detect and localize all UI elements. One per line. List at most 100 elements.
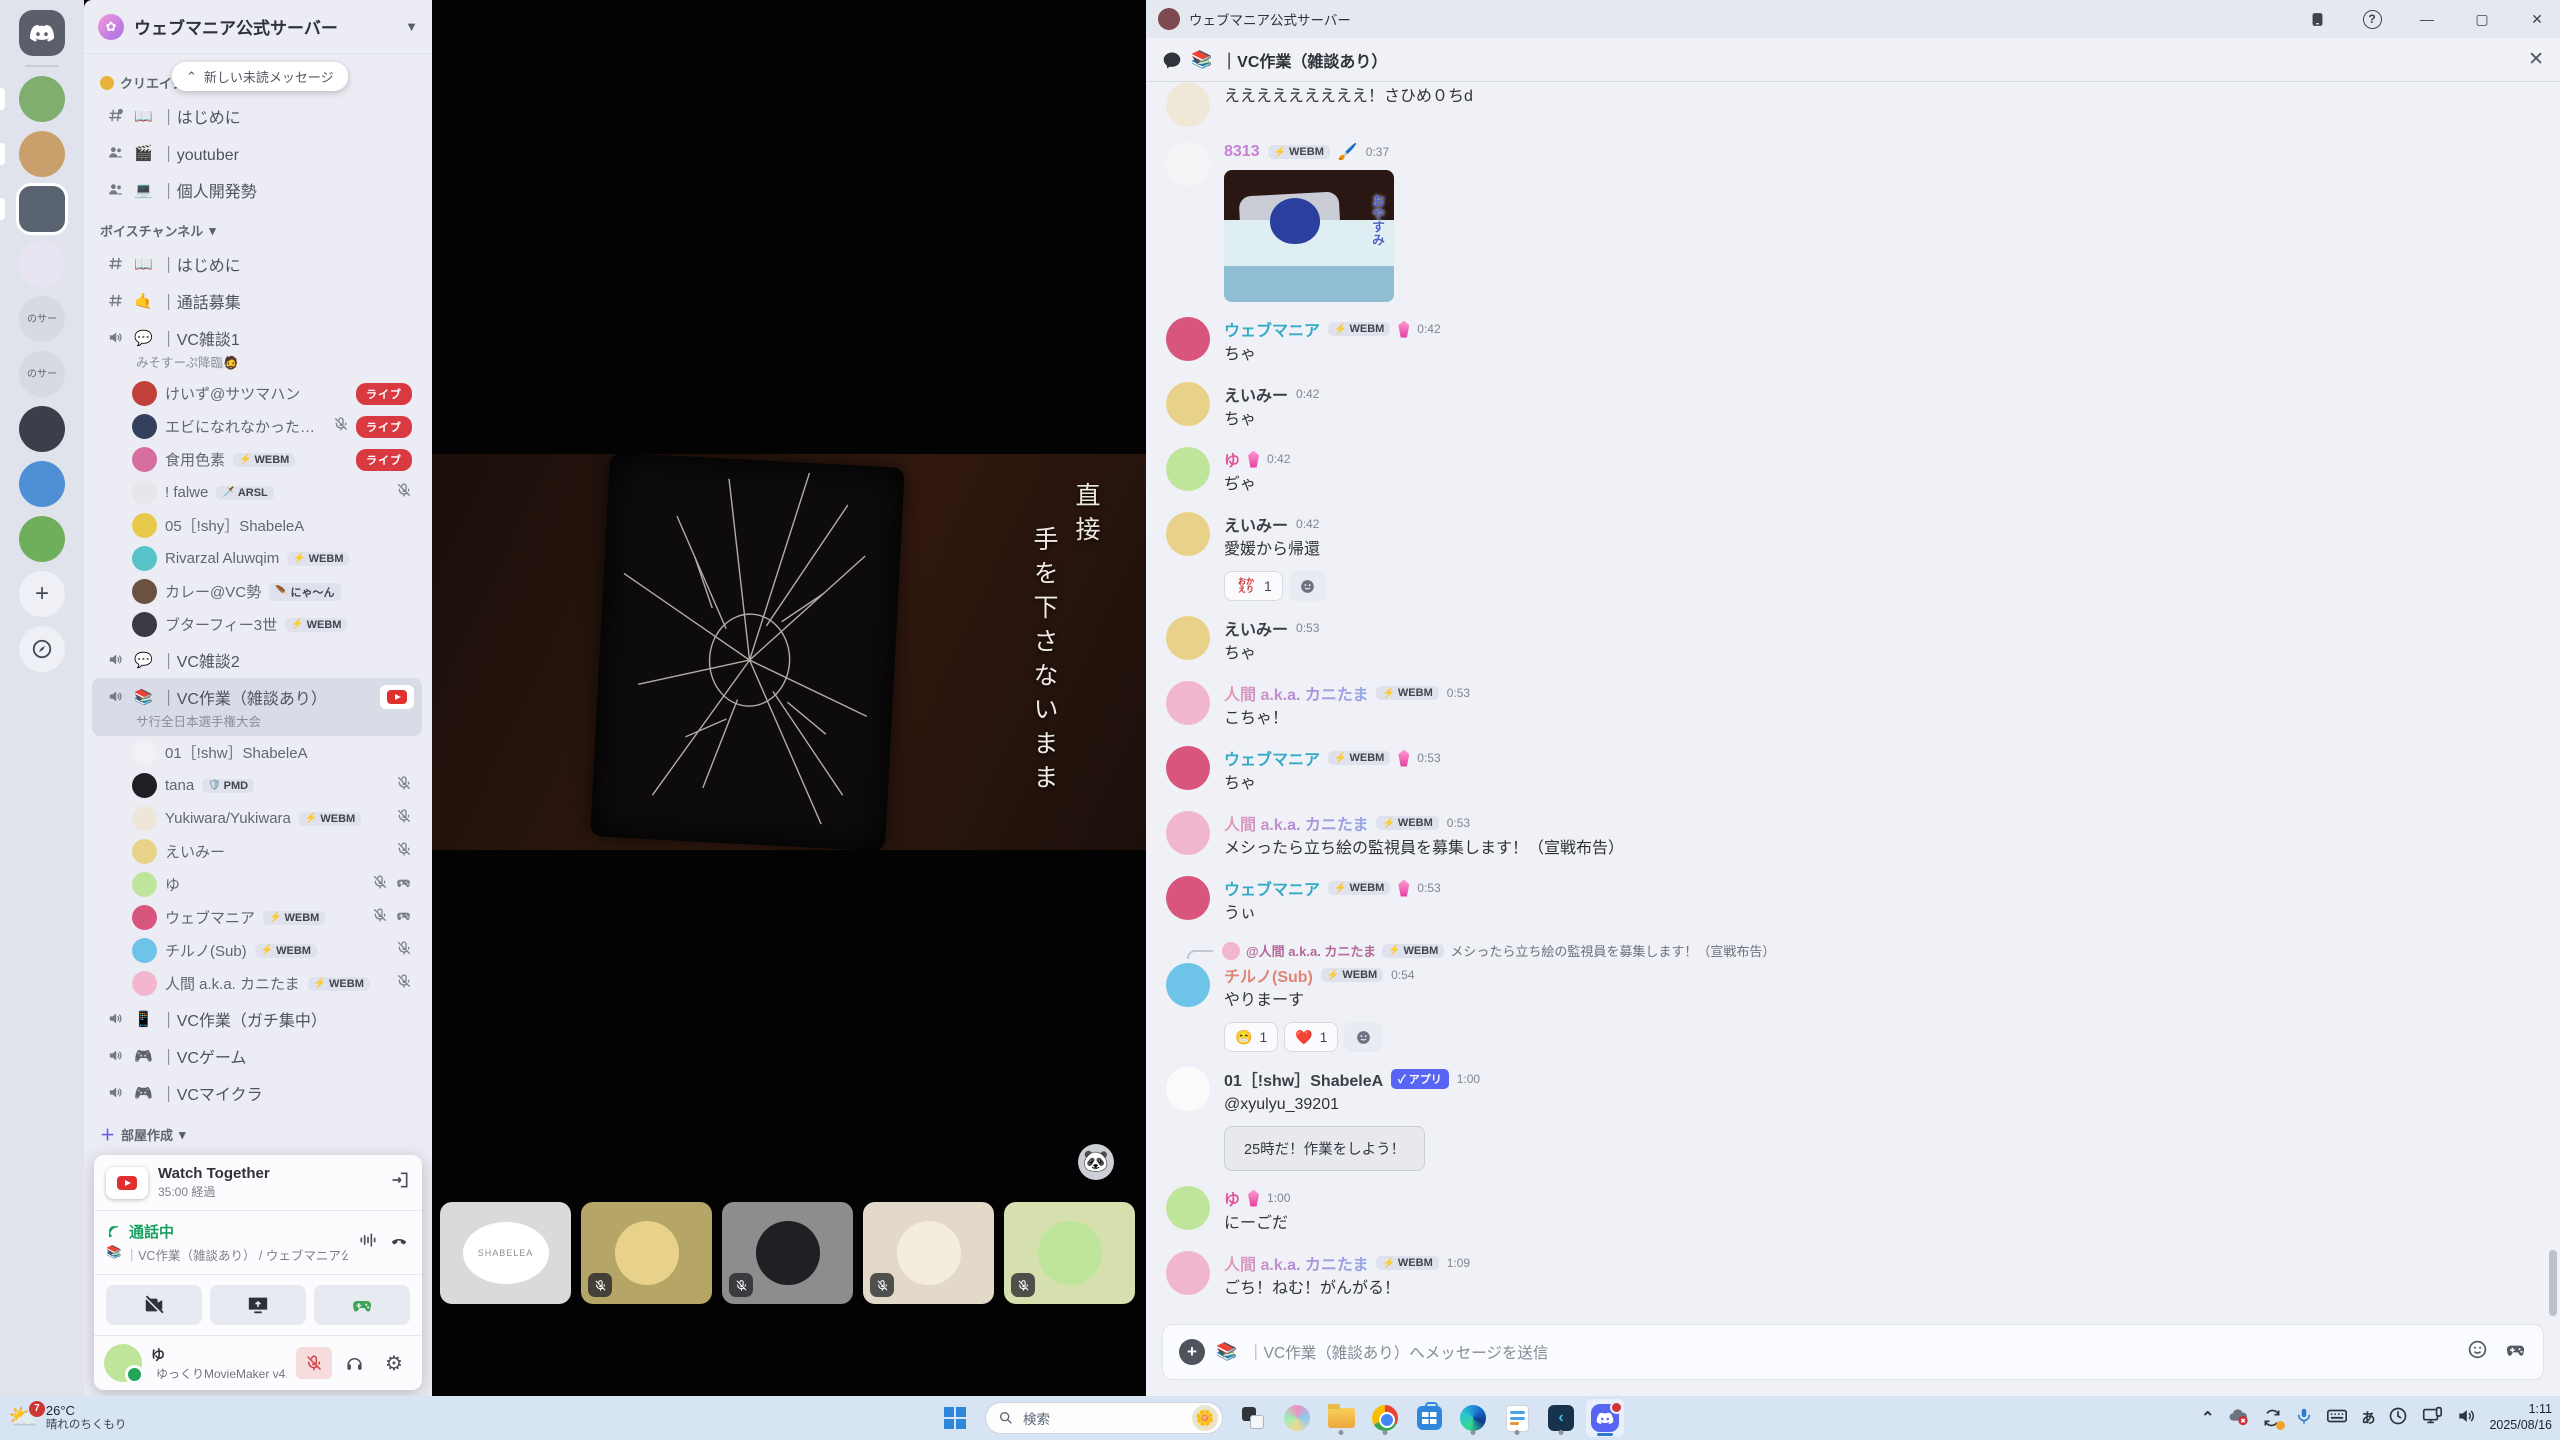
avatar[interactable] — [1166, 512, 1210, 556]
message-username[interactable]: 8313 — [1224, 143, 1260, 161]
server-header[interactable]: ✿ ウェブマニア公式サーバー ▼ — [84, 0, 432, 54]
message[interactable]: ウェブマニア ⚡ WEBM 0:42 ちゃ — [1146, 317, 2560, 367]
channel-item[interactable]: 🎮 ｜VCゲーム — [92, 1037, 422, 1074]
avatar[interactable] — [1166, 142, 1210, 186]
discord-home-button[interactable] — [19, 10, 65, 56]
server-icon[interactable]: のサー — [19, 351, 65, 397]
onedrive-icon[interactable] — [2227, 1405, 2249, 1432]
server-icon[interactable]: のサー — [19, 296, 65, 342]
channel-row[interactable]: 📖 ｜はじめに — [92, 97, 422, 134]
server-icon[interactable] — [19, 131, 65, 177]
channel-item[interactable]: 📖 ｜はじめに — [92, 97, 422, 134]
server-item[interactable] — [0, 186, 84, 232]
message[interactable]: えいみー 0:42 ちゃ — [1146, 382, 2560, 432]
start-button[interactable] — [936, 1399, 974, 1437]
server-item[interactable] — [0, 241, 84, 287]
message[interactable]: 01［!shw］ShabeleA ✓ アプリ 1:00 @xyulyu_39201 25… — [1146, 1067, 2560, 1171]
server-icon[interactable] — [19, 406, 65, 452]
avatar[interactable] — [1166, 1067, 1210, 1111]
voice-participant[interactable]: 05［!shy］ShabeleA — [88, 509, 426, 542]
close-button[interactable]: ✕ — [2514, 0, 2560, 38]
channel-item[interactable]: 📚 ｜VC作業（雑談あり） サ行全日本選手権大会 — [92, 678, 422, 736]
voice-participant[interactable]: ゆ — [88, 868, 426, 901]
close-chat-icon[interactable]: ✕ — [2528, 48, 2544, 71]
avatar[interactable] — [1166, 317, 1210, 361]
voice-participant[interactable]: 人間 a.k.a. カニたま ⚡ WEBM — [88, 967, 426, 1000]
discord-taskbar-button[interactable] — [1586, 1399, 1624, 1437]
channel-item[interactable]: 🎬 ｜youtuber — [92, 134, 422, 171]
new-unread-pill[interactable]: ⌃ 新しい未読メッセージ — [172, 62, 348, 91]
channel-item[interactable]: 💻 ｜個人開発勢 — [92, 171, 422, 208]
message-username[interactable]: 01［!shw］ShabeleA — [1224, 1067, 1383, 1091]
microphone-icon[interactable] — [2295, 1407, 2313, 1430]
avatar[interactable] — [1166, 681, 1210, 725]
reaction-pill[interactable]: ❤️ 1 — [1284, 1022, 1339, 1052]
attach-plus-icon[interactable]: + — [1179, 1339, 1205, 1365]
clock[interactable]: 1:11 2025/08/16 — [2489, 1402, 2552, 1433]
voice-participant[interactable]: えいみー — [88, 835, 426, 868]
leave-activity-icon[interactable] — [390, 1170, 410, 1195]
avatar[interactable] — [1166, 1186, 1210, 1230]
message[interactable]: ウェブマニア ⚡ WEBM 0:53 ちゃ — [1146, 746, 2560, 796]
message[interactable]: えええええええええ！さひめ０ちd — [1146, 83, 2560, 127]
message-attachment-image[interactable]: おやすみ — [1224, 170, 1394, 302]
server-item[interactable] — [0, 76, 84, 122]
server-item[interactable]: のサー — [0, 351, 84, 397]
channel-item[interactable]: 📱 ｜VC作業（ガチ集中） — [92, 1000, 422, 1037]
file-explorer-button[interactable] — [1322, 1399, 1360, 1437]
message-username[interactable]: えいみー — [1224, 512, 1288, 536]
weather-widget[interactable]: ⛅ 7 26°C 晴れのちくもり — [8, 1400, 126, 1432]
call-channel-path[interactable]: 📚 ｜VC作業（雑談あり） / ウェブマニア公式サ... — [106, 1245, 348, 1264]
message[interactable]: 人間 a.k.a. カニたま ⚡ WEBM 1:09 ごち！ねむ！がんがる！ — [1146, 1251, 2560, 1301]
hidden-icons-button[interactable]: ⌃ — [2201, 1408, 2214, 1428]
touch-keyboard-icon[interactable] — [2326, 1405, 2348, 1432]
voice-participant[interactable]: Rivarzal Aluwqim ⚡ WEBM — [88, 542, 426, 575]
avatar[interactable] — [1166, 963, 1210, 1007]
channel-row[interactable]: 🎮 ｜VCマイクラ — [92, 1074, 422, 1111]
settings-button[interactable]: ⚙︎ — [376, 1347, 412, 1379]
voice-participant[interactable]: Yukiwara/Yukiwara ⚡ WEBM — [88, 802, 426, 835]
channel-row[interactable]: 💬 ｜VC雑談1 — [92, 319, 422, 356]
voice-participant[interactable]: チルノ(Sub) ⚡ WEBM — [88, 934, 426, 967]
channel-item[interactable]: 💬 ｜VC雑談1 みそすーぷ降臨🧔 — [92, 319, 422, 377]
message-username[interactable]: えいみー — [1224, 616, 1288, 640]
channel-row[interactable]: 📚 ｜VC作業（雑談あり） — [92, 678, 422, 715]
window-titlebar[interactable]: ウェブマニア公式サーバー ? — ▢ ✕ — [1146, 0, 2560, 38]
message[interactable]: えいみー 0:42 愛媛から帰還 おか えり 1 — [1146, 512, 2560, 601]
voice-participant[interactable]: カレー@VC勢 🪶 にゃ〜ん — [88, 575, 426, 608]
video-participant-tile[interactable] — [722, 1202, 853, 1304]
message-username[interactable]: チルノ(Sub) — [1224, 963, 1313, 987]
camera-button[interactable] — [106, 1285, 202, 1325]
maximize-button[interactable]: ▢ — [2459, 0, 2505, 38]
add-reaction-button[interactable] — [1344, 1022, 1383, 1052]
mic-mute-button[interactable] — [296, 1347, 332, 1379]
server-icon[interactable] — [19, 241, 65, 287]
message[interactable]: ゆ 1:00 にーごだ — [1146, 1186, 2560, 1236]
avatar[interactable] — [1166, 382, 1210, 426]
explore-servers-button[interactable] — [19, 626, 65, 672]
reaction-pill[interactable]: 😁 1 — [1224, 1022, 1279, 1052]
message[interactable]: 8313 ⚡ WEBM 🖌️ 0:37 おやすみ — [1146, 142, 2560, 302]
video-player[interactable]: 直接 手を下さないまま — [432, 454, 1146, 850]
message-action-button[interactable]: 25時だ！作業をしよう！ — [1224, 1126, 1426, 1171]
message[interactable]: 人間 a.k.a. カニたま ⚡ WEBM 0:53 こちゃ！ — [1146, 681, 2560, 731]
clock-app-icon[interactable] — [2388, 1406, 2408, 1431]
add-server-button[interactable]: + — [19, 571, 65, 617]
channel-item[interactable]: 💬 ｜VC雑談2 — [92, 641, 422, 678]
message-username[interactable]: ウェブマニア — [1224, 746, 1320, 770]
channel-item[interactable]: 🎮 ｜VCマイクラ — [92, 1074, 422, 1111]
avatar[interactable] — [1166, 447, 1210, 491]
avatar[interactable] — [1166, 83, 1210, 127]
deafen-button[interactable] — [336, 1347, 372, 1379]
help-button[interactable]: ? — [2349, 0, 2395, 38]
avatar[interactable] — [1166, 1251, 1210, 1295]
search-box[interactable]: 検索 🌼 — [985, 1402, 1223, 1434]
message-username[interactable]: ウェブマニア — [1224, 876, 1320, 900]
channel-row[interactable]: 📱 ｜VC作業（ガチ集中） — [92, 1000, 422, 1037]
chrome-button[interactable] — [1366, 1399, 1404, 1437]
task-view-button[interactable] — [1234, 1399, 1272, 1437]
channel-row[interactable]: 🎮 ｜VCゲーム — [92, 1037, 422, 1074]
avatar[interactable] — [104, 1344, 144, 1384]
disconnect-call-icon[interactable] — [388, 1229, 410, 1256]
message-username[interactable]: ゆ — [1224, 447, 1240, 471]
